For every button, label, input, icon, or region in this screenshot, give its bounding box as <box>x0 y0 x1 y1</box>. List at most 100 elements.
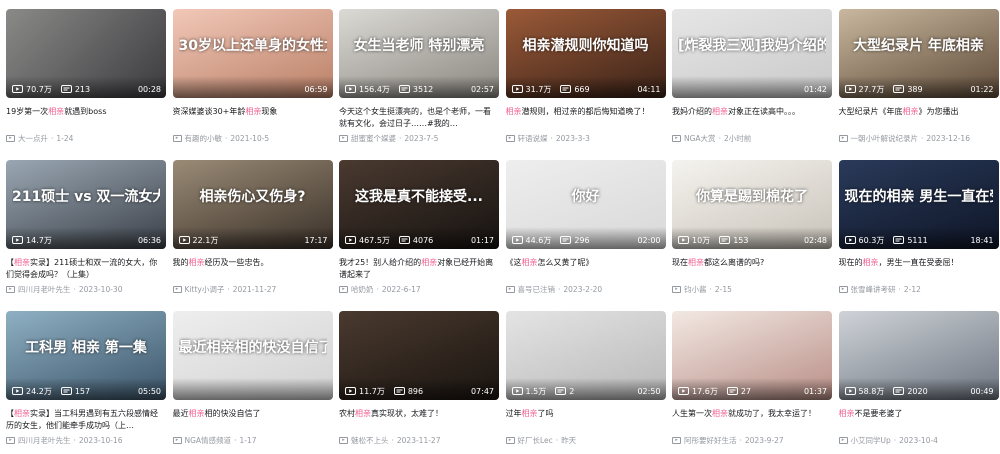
video-title[interactable]: 【相亲实录】211硕士和双一流的女大，你们觉得会成吗？（上集） <box>6 257 166 281</box>
thumbnail-caption: [炸裂我三观]我妈介绍的相亲对象正在读高中 <box>678 38 826 54</box>
video-meta: ▸ NGA大赏 · 2小时前 <box>672 133 832 144</box>
video-title[interactable]: 【相亲实录】当工科男遇到有五六段感情经历的女生，他们能牵手成功吗（上… <box>6 408 166 432</box>
video-title[interactable]: 相亲不是要老婆了 <box>839 408 999 432</box>
video-title[interactable]: 现在相亲都这么离谱的吗? <box>672 257 832 281</box>
video-duration: 02:57 <box>470 84 494 94</box>
uploader-name[interactable]: 喜号已注销 <box>518 284 556 295</box>
danmaku-icon <box>893 387 905 395</box>
uploader-name[interactable]: 甜蜜蜜个媒婆 <box>351 133 396 144</box>
play-count: 22.1万 <box>192 235 219 245</box>
video-card[interactable]: 1.5万 2 02:50 过年相亲了吗 ▸ 好厂长Lec · 昨天 <box>505 311 666 454</box>
thumbnail-caption: 相亲伤心又伤身? <box>199 189 306 205</box>
video-title[interactable]: 农村相亲真实现状，太难了！ <box>339 408 499 432</box>
video-card[interactable]: 工科男 相亲 第一集 24.2万 157 05:50 【相亲实录】当工科男遇到有五六段感… <box>6 311 166 454</box>
video-title[interactable]: 我的相亲经历及一些忠告。 <box>173 257 333 281</box>
video-thumbnail[interactable]: 你算是踢到棉花了 10万 153 02:48 <box>672 160 832 249</box>
video-card[interactable]: 58.8万 2020 00:49 相亲不是要老婆了 ▸ 小艾同学Up · 2023-10-4 <box>838 311 999 454</box>
video-title[interactable]: 大型纪录片《年底相亲》为您播出 <box>839 106 999 130</box>
video-duration: 02:00 <box>637 235 661 245</box>
video-thumbnail[interactable]: 现在的相亲 男生一直在受委屈 60.3万 5111 18:41 <box>838 160 999 249</box>
uploader-icon: ▸ <box>672 286 681 293</box>
video-thumbnail[interactable]: 70.7万 213 00:28 <box>6 9 166 98</box>
video-title[interactable]: 我妈介绍的相亲对象正在读高中。。。 <box>672 106 832 130</box>
video-card[interactable]: 相亲伤心又伤身? 22.1万 17:17 我的相亲经历及一些忠告。 ▸ Kitty小调子 ·… <box>172 160 333 303</box>
uploader-name[interactable]: 阿彤要好好生活 <box>684 435 737 446</box>
video-thumbnail[interactable]: [炸裂我三观]我妈介绍的相亲对象正在读高中 01:42 <box>672 9 832 98</box>
video-title[interactable]: 资深媒婆谈30+年龄相亲现象 <box>173 106 333 130</box>
title-text: 19岁第一次 <box>6 107 49 116</box>
upload-date: 2023-12-16 <box>926 134 970 143</box>
uploader-icon: ▸ <box>172 437 182 444</box>
meta-separator: · <box>73 285 76 294</box>
video-thumbnail[interactable]: 58.8万 2020 00:49 <box>838 311 999 400</box>
video-card[interactable]: 30岁以上还单身的女性太贪心了! 06:59 资深媒婆谈30+年龄相亲现象 ▸有趣的小… <box>172 9 333 152</box>
video-card[interactable]: 你算是踢到棉花了 10万 153 02:48 现在相亲都这么离谱的吗? ▸ 钧小酱 · 2-15 <box>672 160 832 303</box>
uploader-name[interactable]: 哈奶奶 <box>351 284 374 295</box>
play-count-icon <box>511 387 523 395</box>
video-thumbnail[interactable]: 相亲伤心又伤身? 22.1万 17:17 <box>172 160 333 249</box>
uploader-name[interactable]: NGA大赏 <box>684 133 716 144</box>
video-thumbnail[interactable]: 这我是真不能接受... 467.5万 4076 01:17 <box>339 160 499 249</box>
video-stats: 06:59 <box>179 83 327 95</box>
video-thumbnail[interactable]: 1.5万 2 02:50 <box>505 311 666 400</box>
upload-date: 2022-6-17 <box>381 285 421 294</box>
title-text: 不是要老婆了 <box>854 409 903 418</box>
video-title[interactable]: 过年相亲了吗 <box>506 408 666 432</box>
play-count: 14.7万 <box>26 235 52 245</box>
video-card[interactable]: 你好 44.6万 296 02:00 《这相亲怎么又黄了呢》 ▸ 喜号已注销 · 2023-2-… <box>505 160 666 303</box>
uploader-name[interactable]: 有趣的小敏 <box>185 133 223 144</box>
uploader-name[interactable]: 钧小酱 <box>684 284 707 295</box>
video-thumbnail[interactable]: 211硕士 vs 双一流女大 14.7万 06:36 <box>6 160 166 249</box>
video-thumbnail[interactable]: 大型纪录片 年底相亲 27.7万 389 01:22 <box>838 9 999 98</box>
uploader-name[interactable]: Kitty小调子 <box>185 284 225 295</box>
meta-separator: · <box>893 436 897 445</box>
uploader-name[interactable]: NGA情感频道 <box>185 435 232 446</box>
video-meta: ▸ 轩语说媒 · 2023-3-3 <box>505 133 666 144</box>
video-card[interactable]: 这我是真不能接受... 467.5万 4076 01:17 我才25！别人给介绍的相亲对… <box>339 160 499 303</box>
video-card[interactable]: 211硕士 vs 双一流女大 14.7万 06:36 【相亲实录】211硕士和双一流的… <box>6 160 166 303</box>
video-title[interactable]: 最近相亲相的快没自信了 <box>173 408 333 432</box>
video-title[interactable]: 今天这个女生挺漂亮的，也是个老师，一看就有文化，会过日子……#我的… <box>339 106 499 130</box>
video-stats: 10万 153 02:48 <box>678 234 827 246</box>
video-title[interactable]: 现在的相亲，男生一直在受委屈！ <box>839 257 999 281</box>
video-title[interactable]: 19岁第一次相亲就遇到boss <box>6 106 166 130</box>
video-title[interactable]: 我才25！别人给介绍的相亲对象已经开始离谱起来了 <box>339 257 499 281</box>
title-text: 就遇到boss <box>64 107 107 116</box>
video-thumbnail[interactable]: 相亲潜规则你知道吗 31.7万 669 04:11 <box>505 9 666 98</box>
uploader-name[interactable]: 轩语说媒 <box>518 133 548 144</box>
uploader-name[interactable]: 大一点升 <box>18 133 48 144</box>
video-card[interactable]: 现在的相亲 男生一直在受委屈 60.3万 5111 18:41 现在的相亲，男生一直在受… <box>838 160 999 303</box>
meta-separator: · <box>225 134 228 143</box>
uploader-name[interactable]: 四川月老叶先生 <box>18 284 71 295</box>
video-thumbnail[interactable]: 30岁以上还单身的女性太贪心了! 06:59 <box>172 9 333 98</box>
video-thumbnail[interactable]: 最近相亲相的快没自信了 <box>172 311 333 400</box>
video-title[interactable]: 人生第一次相亲就成功了，我太幸运了！ <box>672 408 832 432</box>
video-card[interactable]: 最近相亲相的快没自信了 最近相亲相的快没自信了 ▸ NGA情感频道 · 1-17 <box>172 311 333 454</box>
video-card[interactable]: 相亲潜规则你知道吗 31.7万 669 04:11 相亲潜规则，相过亲的都后悔知道晚了！… <box>505 9 666 152</box>
uploader-name[interactable]: 小艾同学Up <box>851 435 891 446</box>
danmaku-count: 153 <box>733 235 749 245</box>
video-thumbnail[interactable]: 11.7万 896 07:47 <box>339 311 499 400</box>
uploader-name[interactable]: 张雪峰讲考研 <box>851 284 896 295</box>
video-card[interactable]: 女生当老师 特别漂亮 156.4万 3512 02:57 今天这个女生挺漂亮的，也是个老… <box>339 9 499 152</box>
danmaku-icon <box>560 85 572 93</box>
danmaku-count: 5111 <box>907 235 928 245</box>
video-thumbnail[interactable]: 工科男 相亲 第一集 24.2万 157 05:50 <box>6 311 166 400</box>
video-card[interactable]: 70.7万 213 00:28 19岁第一次相亲就遇到boss ▸ 大一点升 · 1-24 <box>6 9 166 152</box>
keyword-highlight: 相亲 <box>14 409 30 418</box>
video-title[interactable]: 《这相亲怎么又黄了呢》 <box>506 257 666 281</box>
uploader-name[interactable]: 四川月老叶先生 <box>18 435 71 446</box>
video-title[interactable]: 相亲潜规则，相过亲的都后悔知道晚了！ <box>506 106 666 130</box>
video-thumbnail[interactable]: 你好 44.6万 296 02:00 <box>505 160 666 249</box>
uploader-name[interactable]: 一朝小叶解说纪录片 <box>851 133 919 144</box>
video-card[interactable]: 11.7万 896 07:47 农村相亲真实现状，太难了！ ▸ 魅松不上头 · 2023-11… <box>339 311 499 454</box>
video-card[interactable]: 大型纪录片 年底相亲 27.7万 389 01:22 大型纪录片《年底相亲》为您播出 ▸ 一… <box>838 9 999 152</box>
video-card[interactable]: 17.6万 27 01:37 人生第一次相亲就成功了，我太幸运了！ ▸ 阿彤要好好生活 · 2… <box>672 311 832 454</box>
video-thumbnail[interactable]: 女生当老师 特别漂亮 156.4万 3512 02:57 <box>339 9 499 98</box>
uploader-name[interactable]: 魅松不上头 <box>351 435 389 446</box>
video-card[interactable]: [炸裂我三观]我妈介绍的相亲对象正在读高中 01:42 我妈介绍的相亲对象正在读高中… <box>672 9 832 152</box>
video-thumbnail[interactable]: 17.6万 27 01:37 <box>672 311 832 400</box>
video-duration: 02:48 <box>803 235 827 245</box>
title-text: 今天这个女生挺漂亮的，也是个老师，一看就有文化，会过日子……#我的… <box>339 107 491 128</box>
uploader-name[interactable]: 好厂长Lec <box>518 435 553 446</box>
